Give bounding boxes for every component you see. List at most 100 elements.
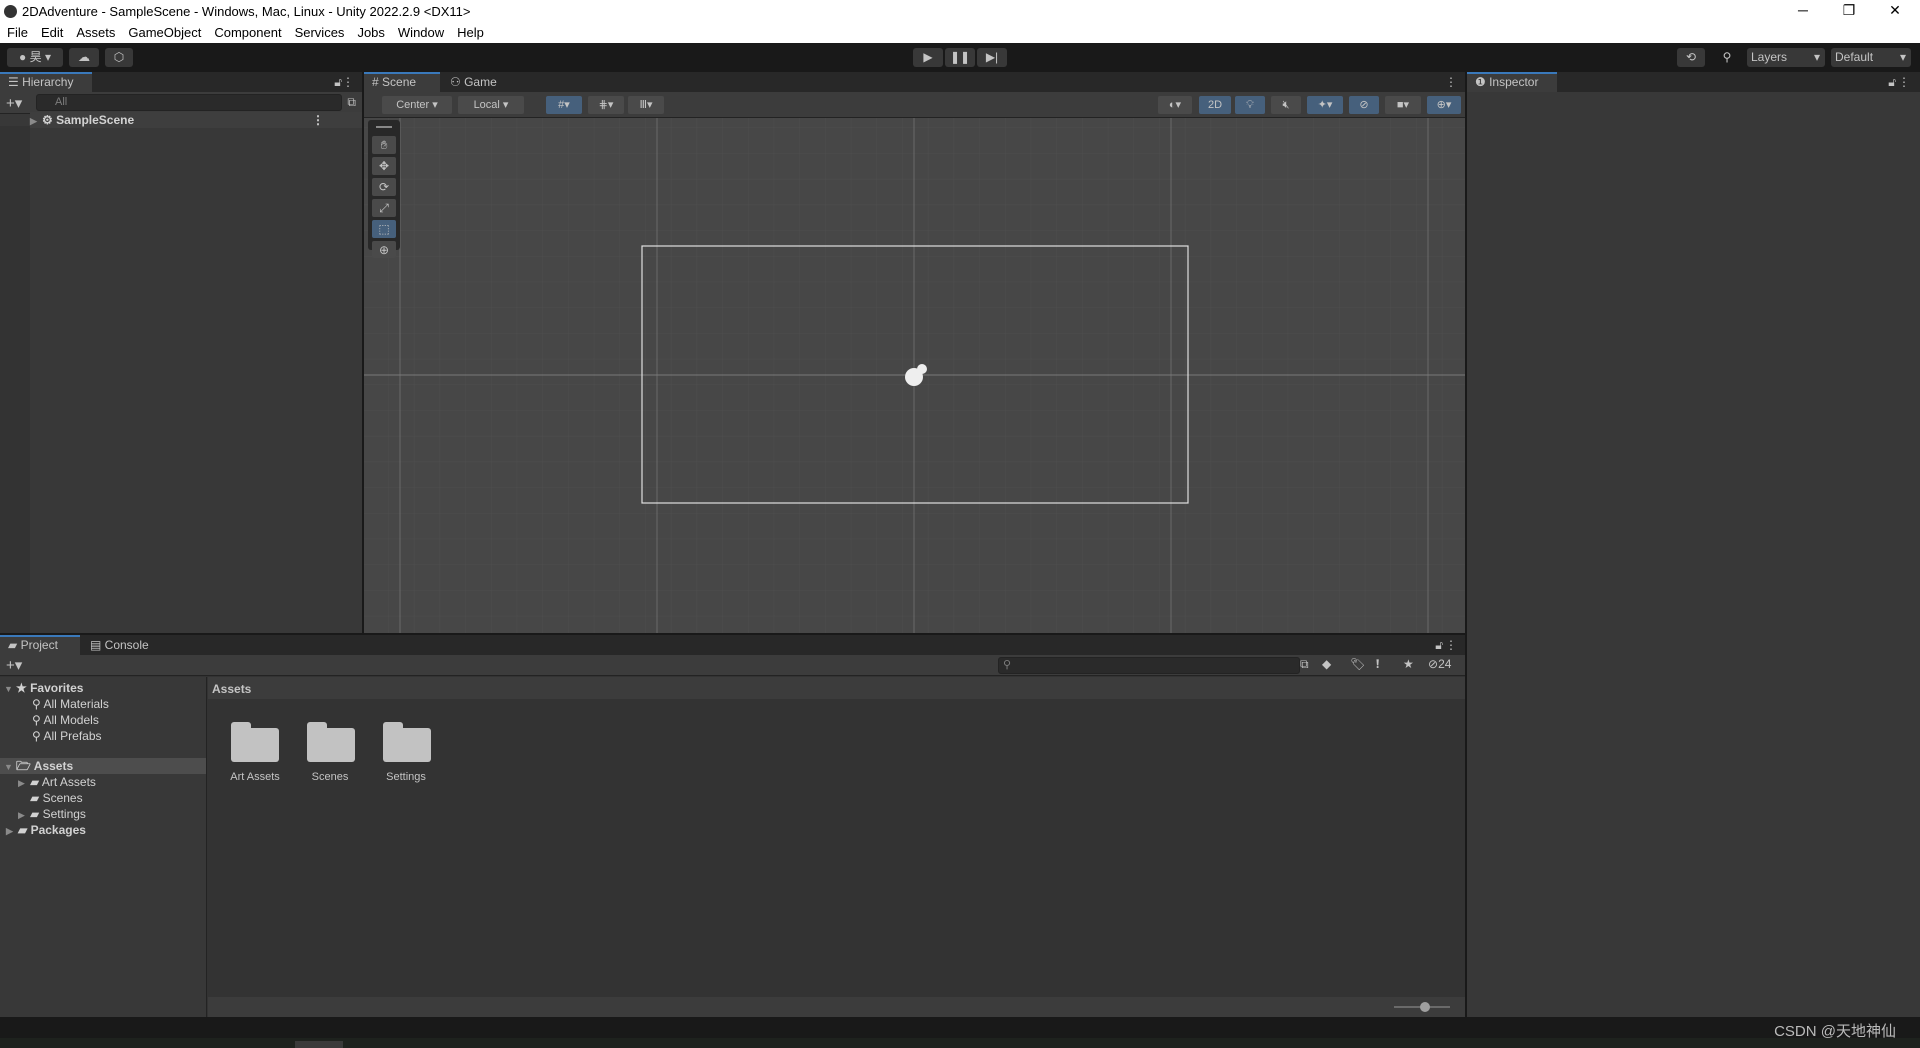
project-panel: ▰ Project ▤ Console 🔓︎ ⋮ +▾ ⚲ ⧉ ◆ 🏷︎ ❗︎ ★… <box>0 635 1465 1017</box>
hierarchy-search-input[interactable]: All <box>36 94 342 111</box>
menu-window[interactable]: Window <box>391 24 450 43</box>
menu-services[interactable]: Services <box>288 24 351 43</box>
folder-label: Settings <box>386 771 426 783</box>
pivot-dropdown[interactable]: Center ▾ <box>382 96 452 114</box>
minimize-button[interactable]: ─ <box>1783 2 1823 18</box>
menu-edit[interactable]: Edit <box>34 24 69 43</box>
folder-art-assets[interactable] <box>231 722 279 762</box>
lock-icon[interactable]: 🔓︎ <box>334 75 342 90</box>
transform-tool[interactable]: ⊕ <box>372 241 396 258</box>
step-icon: ▶| <box>985 50 999 64</box>
warning-icon[interactable]: ❗︎ <box>1376 657 1379 672</box>
account-dropdown[interactable]: ● 昊 ▾ <box>7 48 63 67</box>
search-icon: ⚲ <box>32 729 44 743</box>
menu-jobs[interactable]: Jobs <box>350 24 390 43</box>
move-icon: ✥ <box>378 159 390 173</box>
collab-button[interactable]: ⬡ <box>105 48 133 67</box>
tree-art-assets[interactable]: ▶ ▰ Art Assets <box>18 774 206 790</box>
2d-toggle[interactable]: 2D <box>1199 96 1231 114</box>
lighting-toggle[interactable]: 💡︎ <box>1235 96 1265 114</box>
gizmo-icon: ⊕▾ <box>1436 99 1452 111</box>
folder-settings[interactable] <box>383 722 431 762</box>
audio-toggle[interactable]: 🔇︎ <box>1271 96 1301 114</box>
maximize-button[interactable]: ❐ <box>1829 2 1869 19</box>
tab-project[interactable]: ▰ Project <box>0 635 80 655</box>
tree-settings[interactable]: ▶ ▰ Settings <box>18 806 206 822</box>
hand-tool[interactable]: ✋︎ <box>372 136 396 154</box>
layout-dropdown[interactable]: Default ▾ <box>1831 48 1911 67</box>
favorite-star-icon[interactable]: ★ <box>1403 657 1414 671</box>
title-bar: 2DAdventure - SampleScene - Windows, Mac… <box>0 0 1920 24</box>
favorites-row[interactable]: ▼ ★ Favorites <box>4 680 206 696</box>
tree-scenes[interactable]: ▰ Scenes <box>30 790 206 806</box>
tab-game[interactable]: ⚇ Game <box>442 72 505 92</box>
menu-component[interactable]: Component <box>207 24 287 43</box>
tab-inspector[interactable]: ❶ Inspector <box>1467 72 1557 92</box>
lock-icon[interactable]: 🔓︎ <box>1435 638 1443 653</box>
lock-icon[interactable]: 🔓︎ <box>1888 75 1896 90</box>
step-button[interactable]: ▶| <box>977 48 1007 67</box>
more-menu-icon[interactable]: ⋮ <box>342 75 354 89</box>
hidden-packages-toggle[interactable]: ⊘24 <box>1428 657 1451 671</box>
more-menu-icon[interactable]: ⋮ <box>312 112 324 128</box>
gizmos-dropdown[interactable]: ⊕▾ <box>1427 96 1461 114</box>
space-dropdown[interactable]: Local ▾ <box>458 96 524 114</box>
visibility-toggle[interactable]: ⊘ <box>1349 96 1379 114</box>
lightbulb-icon: 💡︎ <box>1246 99 1254 111</box>
increment-snap-button[interactable]: ⋕▾ <box>588 96 624 114</box>
pause-button[interactable]: ❚❚ <box>945 48 975 67</box>
favorite-all-materials[interactable]: ⚲ All Materials <box>32 696 206 712</box>
more-menu-icon[interactable]: ⋮ <box>1445 638 1457 652</box>
grid-snap-button[interactable]: #▾ <box>546 96 582 114</box>
scale-tool[interactable]: ⤢ <box>372 199 396 217</box>
drag-handle[interactable] <box>376 126 392 128</box>
create-button[interactable]: +▾ <box>6 656 22 674</box>
tab-scene[interactable]: # Scene <box>364 72 440 92</box>
tools-overlay: ✋︎ ✥ ⟳ ⤢ ⬚ ⊕ <box>368 120 400 258</box>
close-button[interactable]: ✕ <box>1875 2 1915 19</box>
expand-arrow-icon[interactable]: ▶ <box>30 113 42 129</box>
filter-by-label-icon[interactable]: 🏷︎ <box>1350 657 1365 671</box>
menu-help[interactable]: Help <box>450 24 490 43</box>
scene-viewport[interactable] <box>364 118 1465 633</box>
packages-row[interactable]: ▶ ▰ Packages <box>6 822 206 838</box>
scene-row[interactable]: ▶ ⚙ SampleScene ⋮ <box>30 112 362 128</box>
tab-hierarchy[interactable]: ☰ Hierarchy <box>0 72 92 92</box>
menu-file[interactable]: File <box>0 24 34 43</box>
favorite-all-prefabs[interactable]: ⚲ All Prefabs <box>32 728 206 744</box>
layers-dropdown[interactable]: Layers ▾ <box>1747 48 1825 67</box>
add-button[interactable]: +▾ <box>6 94 22 112</box>
more-menu-icon[interactable]: ⋮ <box>1445 75 1457 89</box>
menu-assets[interactable]: Assets <box>69 24 121 43</box>
folder-icon: ▰ <box>30 791 43 805</box>
search-options-icon[interactable]: ⧉ <box>347 95 356 110</box>
more-menu-icon[interactable]: ⋮ <box>1898 75 1910 89</box>
folder-scenes[interactable] <box>307 722 355 762</box>
rotate-tool[interactable]: ⟳ <box>372 178 396 196</box>
tab-console[interactable]: ▤ Console <box>82 635 157 655</box>
hidden-eye-icon: ⊘ <box>1359 99 1369 111</box>
folder-label: Art Assets <box>230 771 280 783</box>
favorite-all-models[interactable]: ⚲ All Models <box>32 712 206 728</box>
grid-icon: # <box>372 75 383 89</box>
undo-history-button[interactable]: ⟲ <box>1677 48 1705 67</box>
collab-icon: ⬡ <box>113 50 125 64</box>
breadcrumb: Assets <box>208 677 1465 699</box>
search-options-icon[interactable]: ⧉ <box>1300 657 1309 672</box>
filter-by-type-icon[interactable]: ◆ <box>1322 657 1331 671</box>
project-search-input[interactable]: ⚲ <box>998 657 1300 674</box>
rect-tool[interactable]: ⬚ <box>372 220 396 238</box>
play-button[interactable]: ▶ <box>913 48 943 67</box>
folder-icon: ▰ <box>8 638 21 652</box>
move-tool[interactable]: ✥ <box>372 157 396 175</box>
cloud-button[interactable]: ☁ <box>69 48 99 67</box>
camera-dropdown[interactable]: ■▾ <box>1385 96 1421 114</box>
menu-gameobject[interactable]: GameObject <box>121 24 207 43</box>
effects-dropdown[interactable]: ✦▾ <box>1307 96 1343 114</box>
search-button[interactable]: ⚲ <box>1713 48 1741 67</box>
slider-handle[interactable] <box>1420 1002 1430 1012</box>
align-button[interactable]: Ⅲ▾ <box>628 96 664 114</box>
assets-row[interactable]: ▼ 🗁︎ Assets <box>0 758 206 774</box>
shading-mode-button[interactable]: ◐▾ <box>1158 96 1192 114</box>
window-title: 2DAdventure - SampleScene - Windows, Mac… <box>22 4 471 19</box>
